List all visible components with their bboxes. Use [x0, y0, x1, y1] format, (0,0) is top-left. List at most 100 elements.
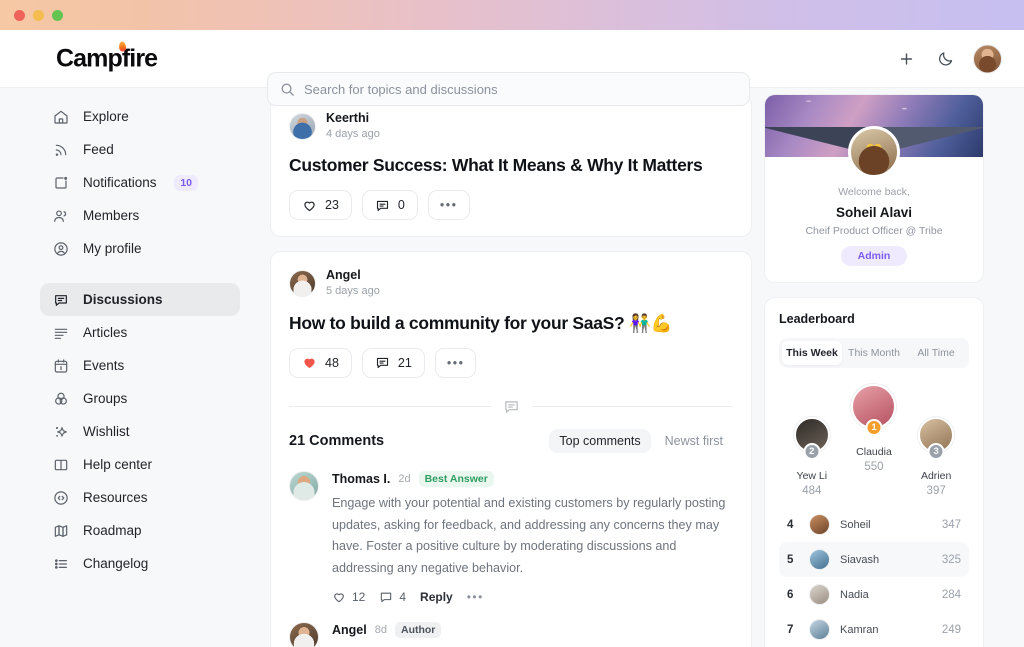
add-icon[interactable] [895, 48, 917, 70]
rank-badge: 3 [927, 443, 945, 460]
leaderboard-tabs: This Week This Month All Time [779, 338, 969, 368]
comment-count: 21 [397, 355, 412, 370]
window-close-button[interactable] [14, 9, 25, 21]
sidebar-item-groups[interactable]: Groups [40, 382, 240, 415]
tab-this-month[interactable]: This Month [844, 341, 904, 365]
profile-role: Cheif Product Officer @ Tribe [805, 225, 943, 237]
reply-button[interactable]: Reply [420, 590, 453, 604]
comments-count: 21 Comments [289, 432, 385, 449]
podium-name: Adrien [920, 470, 952, 482]
sidebar-item-label: Changelog [83, 556, 149, 571]
like-count: 48 [325, 355, 339, 370]
leaderboard-podium: 2 Yew Li 484 1 Claudia 550 3 Adrien 397 [783, 384, 965, 497]
sidebar-item-explore[interactable]: Explore [40, 100, 240, 133]
moon-icon[interactable] [934, 48, 956, 70]
sidebar-item-help-center[interactable]: Help center [40, 448, 240, 481]
like-button[interactable]: 23 [289, 190, 352, 221]
sidebar-item-label: Feed [83, 142, 114, 157]
header-actions [895, 44, 1002, 73]
leaderboard-row[interactable]: 4 Soheil 347 [779, 507, 969, 542]
post-header: Angel 5 days ago [289, 268, 733, 298]
tab-this-week[interactable]: This Week [782, 341, 842, 365]
comment-author: Angel [332, 622, 367, 637]
app-logo[interactable]: Campfire [56, 40, 158, 73]
window-minimize-button[interactable] [33, 9, 44, 21]
sidebar-item-resources[interactable]: Resources [40, 481, 240, 514]
member-score: 249 [941, 623, 961, 636]
podium-item-third[interactable]: 3 Adrien 397 [918, 417, 955, 497]
member-score: 325 [941, 553, 961, 566]
header-avatar[interactable] [973, 44, 1002, 73]
comment-button[interactable]: 0 [361, 190, 418, 221]
post-more-button[interactable]: ••• [434, 347, 477, 378]
search-bar[interactable]: Search for topics and discussions [267, 72, 750, 106]
user-circle-icon [52, 240, 69, 257]
window-maximize-button[interactable] [52, 9, 63, 21]
rank-badge: 2 [803, 443, 821, 460]
post-card[interactable]: Keerthi 4 days ago Customer Success: Wha… [270, 94, 752, 238]
sidebar-item-members[interactable]: Members [40, 199, 240, 232]
rank: 6 [787, 588, 794, 601]
comment-bubble-icon [503, 398, 520, 415]
leaderboard-row[interactable]: 7 Kamran 249 [779, 612, 969, 647]
avatar [809, 549, 830, 570]
avatar [809, 584, 830, 605]
sidebar-item-label: Help center [83, 457, 153, 472]
sidebar-item-my-profile[interactable]: My profile [40, 232, 240, 265]
comments-sort-tabs: Top comments Newst first [549, 428, 733, 453]
sidebar-item-feed[interactable]: Feed [40, 133, 240, 166]
search-input[interactable]: Search for topics and discussions [304, 82, 498, 97]
tab-all-time[interactable]: All Time [906, 341, 966, 365]
sidebar-item-articles[interactable]: Articles [40, 316, 240, 349]
admin-badge: Admin [840, 246, 908, 266]
post-author: Angel [326, 268, 361, 283]
rank: 7 [787, 623, 794, 636]
comment-text: Engage with your potential and existing … [332, 495, 726, 575]
comment-text: We started out building our platform by … [332, 644, 733, 647]
window-titlebar [0, 0, 1024, 30]
sidebar-item-label: Groups [83, 391, 128, 406]
comment-like-button[interactable]: 12 [332, 590, 365, 604]
leaderboard-row[interactable]: 6 Nadia 284 [779, 577, 969, 612]
comment-icon [381, 592, 392, 602]
right-sidebar: Welcome back, Soheil Alavi Cheif Product… [752, 88, 1006, 647]
podium-name: Claudia [856, 446, 892, 458]
heart-icon [334, 592, 344, 602]
like-button[interactable]: 48 [289, 347, 352, 378]
avatar [289, 112, 316, 140]
podium-item-first[interactable]: 1 Claudia 550 [851, 384, 897, 473]
sidebar-item-label: Articles [83, 325, 128, 340]
sidebar-item-notifications[interactable]: Notifications 10 [40, 166, 240, 199]
comment-more-button[interactable]: ••• [467, 590, 484, 604]
sidebar-item-wishlist[interactable]: Wishlist [40, 415, 240, 448]
rank: 4 [787, 518, 794, 531]
member-name: Nadia [840, 588, 869, 601]
comment-item: Angel 8d Author We started out building … [289, 621, 733, 647]
comment-actions: 12 4 Reply ••• [332, 590, 733, 604]
podium-item-second[interactable]: 2 Yew Li 484 [793, 417, 830, 497]
tab-newest-first[interactable]: Newst first [655, 429, 733, 453]
sidebar-item-roadmap[interactable]: Roadmap [40, 514, 240, 547]
sidebar-item-changelog[interactable]: Changelog [40, 547, 240, 580]
post-card[interactable]: Angel 5 days ago How to build a communit… [270, 251, 752, 647]
post-title[interactable]: How to build a community for your SaaS? … [289, 313, 733, 334]
tab-top-comments[interactable]: Top comments [549, 428, 651, 453]
comment-reply-count-button[interactable]: 4 [379, 590, 406, 604]
post-title[interactable]: Customer Success: What It Means & Why It… [289, 155, 733, 176]
rss-icon [52, 141, 69, 158]
comment-button[interactable]: 21 [361, 347, 425, 378]
best-answer-badge: Best Answer [418, 470, 494, 487]
post-timestamp: 4 days ago [326, 127, 380, 140]
profile-avatar[interactable] [848, 126, 900, 178]
profile-name: Soheil Alavi [835, 205, 913, 220]
post-more-button[interactable]: ••• [427, 190, 470, 221]
sidebar-item-discussions[interactable]: Discussions [40, 283, 240, 316]
leaderboard-row[interactable]: 5 Siavash 325 [779, 542, 969, 577]
sidebar-item-events[interactable]: Events [40, 349, 240, 382]
sparkle-icon [52, 423, 69, 440]
heart-icon [302, 198, 317, 213]
comment-icon [375, 198, 390, 213]
sidebar-item-label: Wishlist [83, 424, 130, 439]
flame-icon [118, 40, 127, 52]
podium-score: 484 [802, 485, 822, 497]
